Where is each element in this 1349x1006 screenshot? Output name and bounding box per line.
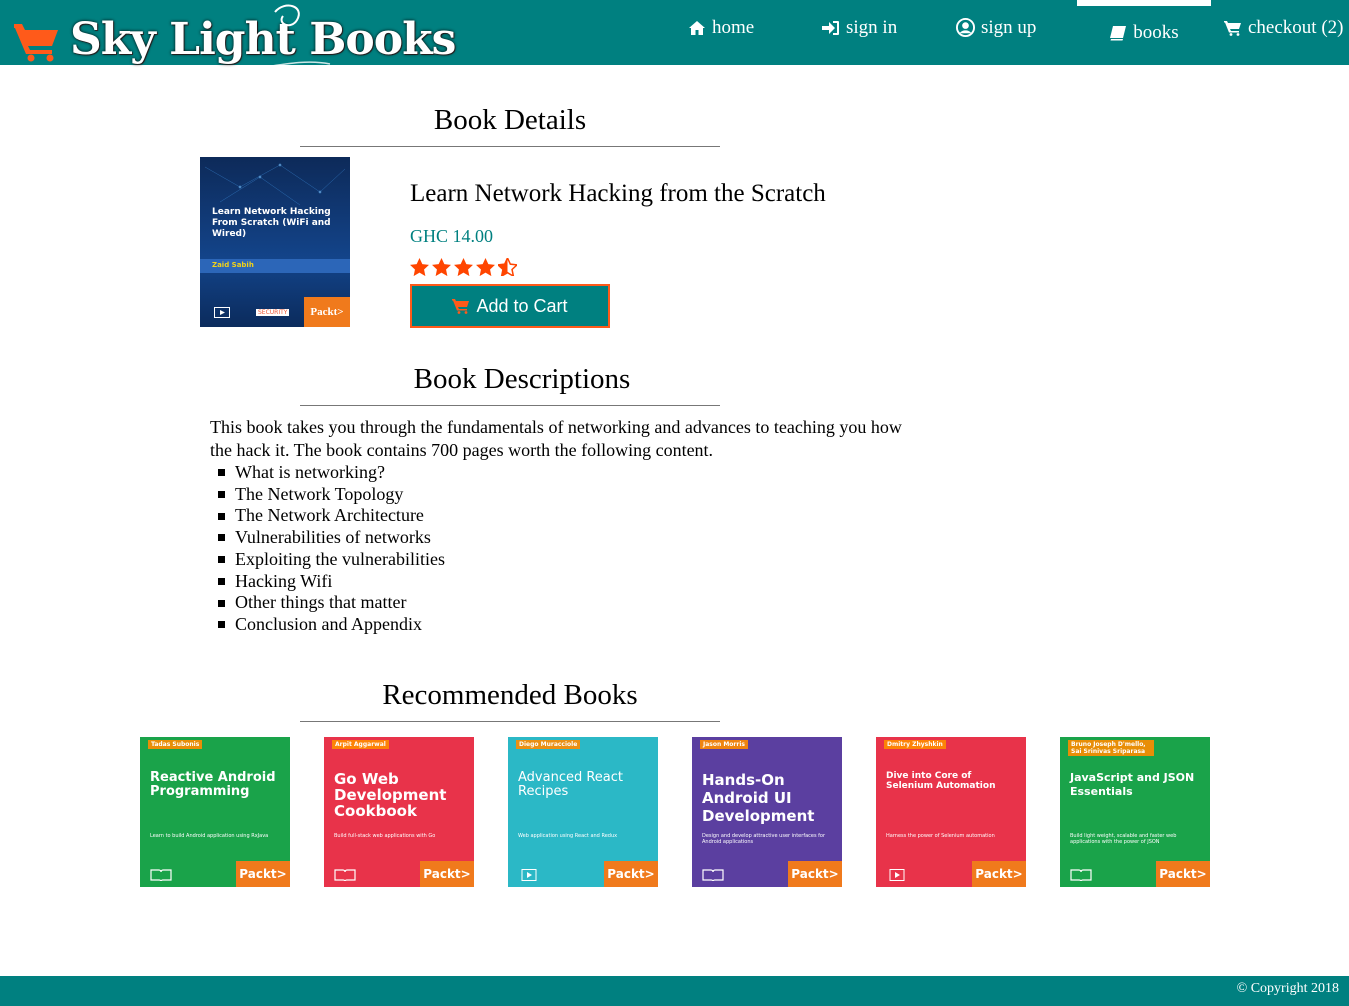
list-item: The Network Topology [218, 484, 445, 506]
book-cover-image: Learn Network Hacking From Scratch (WiFi… [200, 157, 350, 327]
top-navbar: Sky Light Books home sign in sign up boo… [0, 0, 1349, 89]
open-book-icon [334, 869, 356, 881]
publisher-logo: Packt> [1156, 861, 1210, 887]
publisher-logo: Packt> [304, 297, 350, 327]
book-descriptions-heading-text: Book Descriptions [413, 363, 631, 395]
star-rating [410, 258, 517, 276]
book-details-heading-text: Book Details [433, 104, 587, 136]
video-icon [214, 307, 230, 318]
star-icon [432, 258, 451, 276]
video-icon [521, 869, 537, 881]
list-item: Other things that matter [218, 592, 445, 614]
book-cover-title: Reactive Android Programming [150, 770, 276, 799]
recommended-book-2[interactable]: Arpit Aggarwal Go Web Development Cookbo… [324, 737, 474, 887]
site-logo[interactable]: Sky Light Books [70, 10, 456, 70]
book-cover-subtitle: Web application using React and Redux [518, 833, 618, 839]
add-to-cart-button[interactable]: Add to Cart [410, 284, 610, 328]
footer: © Copyright 2018 [0, 976, 1349, 1006]
recommended-book-3[interactable]: Diego Muracciole Advanced React Recipes … [508, 737, 658, 887]
book-cover-title: Go Web Development Cookbook [334, 770, 447, 820]
list-item: The Network Architecture [218, 505, 445, 527]
book-descriptions-heading: Book Descriptions [300, 359, 720, 406]
book-author: Tadas Subonis [148, 740, 203, 749]
list-item: Conclusion and Appendix [218, 614, 445, 636]
book-cover-title: Advanced React Recipes [518, 770, 624, 799]
cart-icon [452, 299, 470, 314]
copyright-text: © Copyright 2018 [1236, 981, 1339, 996]
add-to-cart-label: Add to Cart [476, 295, 568, 316]
publisher-logo: Packt> [604, 861, 658, 887]
open-book-icon [150, 869, 172, 881]
home-icon [689, 20, 705, 35]
book-cover-subtitle: Build light weight, scalable and faster … [1070, 833, 1177, 845]
nav-checkout-label: checkout (2) [1248, 16, 1344, 38]
content-list: What is networking? The Network Topology… [218, 462, 445, 636]
shopping-cart-icon[interactable] [14, 20, 60, 62]
star-icon [454, 258, 473, 276]
book-cover-subtitle: Build full-stack web applications with G… [334, 833, 436, 839]
book-cover-title: Hands-On Android UI Development [702, 771, 815, 825]
open-book-icon [702, 869, 724, 881]
half-star-icon [498, 258, 517, 276]
publisher-logo: Packt> [972, 861, 1026, 887]
nav-books[interactable]: books [1077, 0, 1211, 65]
book-price: GHC 14.00 [410, 226, 494, 246]
nav-sign-in[interactable]: sign in [822, 0, 897, 60]
sign-in-icon [822, 20, 839, 35]
nav-home-label: home [712, 16, 755, 38]
cover-author: Zaid Sabih [212, 261, 254, 269]
publisher-logo: Packt> [420, 861, 474, 887]
user-circle-icon [956, 18, 975, 37]
list-item: Exploiting the vulnerabilities [218, 549, 445, 571]
recommended-book-1[interactable]: Tadas Subonis Reactive Android Programmi… [140, 737, 290, 887]
book-author: Diego Muracciole [516, 740, 581, 749]
book-author: Dmitry Zhyshkin [884, 740, 946, 749]
book-author: Jason Morris [700, 740, 748, 749]
nav-checkout[interactable]: checkout (2) [1224, 0, 1343, 60]
description-text: This book takes you through the fundamen… [210, 417, 902, 460]
book-cover-title: JavaScript and JSON Essentials [1070, 771, 1195, 798]
book-cover-subtitle: Harness the power of Selenium automation [886, 833, 995, 839]
publisher-logo: Packt> [236, 861, 290, 887]
cover-author-band: Zaid Sabih [200, 259, 350, 273]
nav-home[interactable]: home [688, 0, 754, 60]
security-badge: SECURITY [256, 309, 290, 316]
book-details-heading: Book Details [300, 100, 720, 147]
open-book-icon [1070, 869, 1092, 881]
recommended-book-5[interactable]: Dmitry Zhyshkin Dive into Core of Seleni… [876, 737, 1026, 887]
list-item: What is networking? [218, 462, 445, 484]
book-author: Arpit Aggarwal [332, 740, 389, 749]
book-icon [1110, 25, 1127, 40]
book-cover-title: Dive into Core of Selenium Automation [886, 771, 996, 791]
nav-books-label: books [1133, 21, 1179, 43]
book-author: Bruno Joseph D'mello, Sai Srinivas Sripa… [1068, 740, 1154, 756]
list-item: Vulnerabilities of networks [218, 527, 445, 549]
book-title: Learn Network Hacking from the Scratch [410, 180, 826, 207]
book-cover-subtitle: Design and develop attractive user inter… [702, 833, 826, 845]
video-icon [889, 869, 905, 881]
recommended-books-heading-text: Recommended Books [382, 679, 638, 711]
cover-title: Learn Network Hacking From Scratch (WiFi… [212, 207, 331, 239]
book-cover-subtitle: Learn to build Android application using… [150, 833, 269, 839]
cart-icon [1224, 20, 1241, 36]
star-icon [410, 258, 429, 276]
list-item: Hacking Wifi [218, 571, 445, 593]
recommended-book-4[interactable]: Jason Morris Hands-On Android UI Develop… [692, 737, 842, 887]
publisher-logo: Packt> [788, 861, 842, 887]
nav-sign-up[interactable]: sign up [956, 0, 1036, 60]
recommended-book-6[interactable]: Bruno Joseph D'mello, Sai Srinivas Sripa… [1060, 737, 1210, 887]
star-icon [476, 258, 495, 276]
nav-sign-up-label: sign up [981, 16, 1037, 38]
nav-sign-in-label: sign in [846, 16, 898, 38]
recommended-books-heading: Recommended Books [300, 675, 720, 722]
